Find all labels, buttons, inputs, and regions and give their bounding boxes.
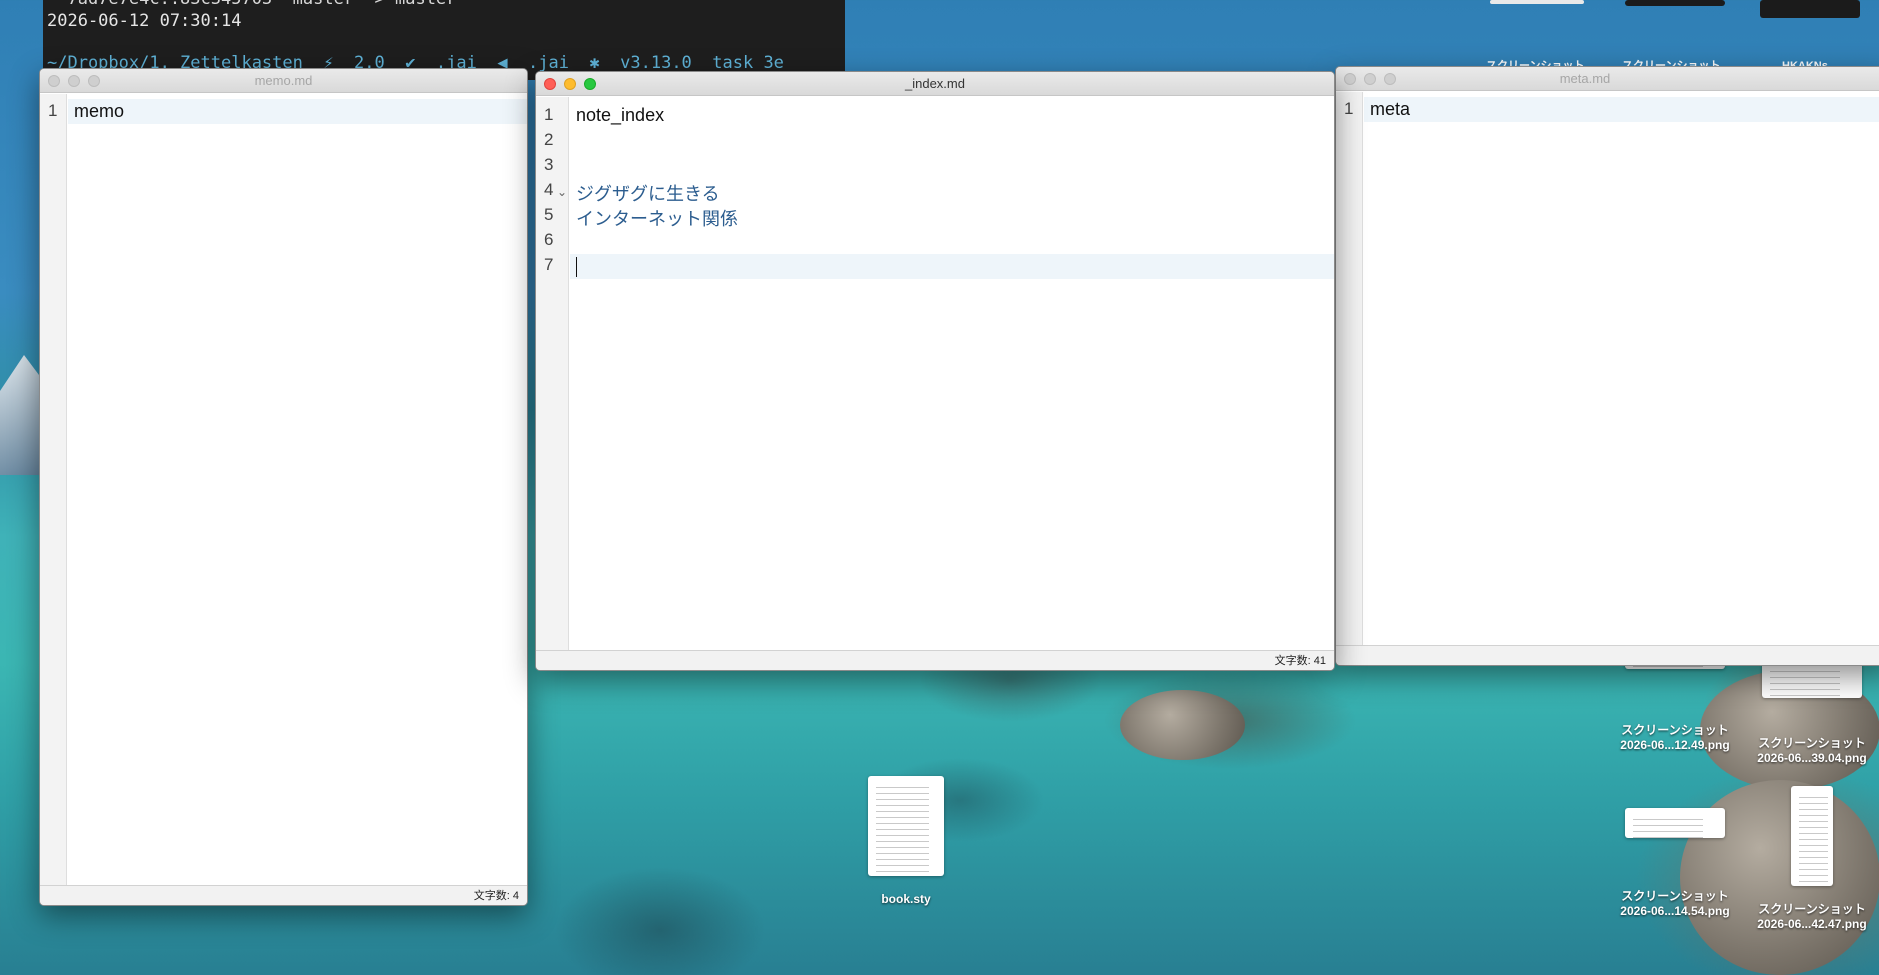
window-title: _index.md bbox=[905, 76, 965, 91]
desktop-icon-label: HKAKNs bbox=[1782, 60, 1828, 66]
close-button[interactable] bbox=[48, 75, 60, 87]
screenshot-thumbnail bbox=[1625, 808, 1725, 838]
desktop-icon-label: スクリーンショット bbox=[1758, 736, 1866, 750]
char-count: 文字数: 41 bbox=[1274, 655, 1326, 667]
minimize-button[interactable] bbox=[564, 78, 576, 90]
desktop-icon-label: 2026-06...39.04.png bbox=[1757, 751, 1867, 765]
line-number: 4 bbox=[544, 180, 554, 199]
editor-line[interactable]: memo bbox=[74, 101, 124, 122]
window-titlebar[interactable]: _index.md bbox=[536, 72, 1334, 96]
editor-window-index[interactable]: _index.md 1 2 3 4 5 6 7 ⌄ note_index ジグザ… bbox=[535, 71, 1335, 671]
line-number: 6 bbox=[544, 230, 554, 249]
minimize-button[interactable] bbox=[68, 75, 80, 87]
zoom-button[interactable] bbox=[584, 78, 596, 90]
terminal-line: 2026-06-12 07:30:14 bbox=[47, 11, 242, 31]
desktop-icon-screenshot[interactable]: スクリーンショット 2026-06...39.04.png bbox=[1745, 660, 1879, 766]
desktop-icon-screenshot[interactable]: スクリーンショット 2026-06...12.49.png bbox=[1600, 655, 1750, 753]
desktop-icon-label: スクリーンショット bbox=[1486, 60, 1585, 66]
desktop-icon-label: 2026-06...12.49.png bbox=[1620, 738, 1730, 752]
editor-window-meta[interactable]: meta.md 1 meta bbox=[1335, 66, 1879, 666]
document-thumbnail bbox=[868, 776, 944, 876]
window-titlebar[interactable]: memo.md bbox=[40, 69, 527, 93]
desktop-icon-label: 2026-06...14.54.png bbox=[1620, 904, 1730, 918]
zoom-button[interactable] bbox=[1384, 73, 1396, 85]
desktop-icon-screenshot[interactable]: スクリーンショット 2026-06...14.54.png bbox=[1600, 808, 1750, 919]
zoom-button[interactable] bbox=[88, 75, 100, 87]
current-line-highlight bbox=[1364, 97, 1879, 122]
window-titlebar[interactable]: meta.md bbox=[1336, 67, 1879, 91]
line-number: 3 bbox=[544, 155, 554, 174]
editor-line[interactable]: meta bbox=[1370, 99, 1410, 120]
current-line-highlight bbox=[570, 254, 1334, 279]
minimize-button[interactable] bbox=[1364, 73, 1376, 85]
editor-line-heading[interactable]: インターネット関係 bbox=[576, 205, 738, 231]
wallpaper-rock bbox=[1120, 690, 1245, 760]
desktop-icon-label: 2026-06...42.47.png bbox=[1757, 917, 1867, 931]
desktop-icon-label: スクリーンショット bbox=[1622, 60, 1721, 66]
screenshot-thumbnail bbox=[1791, 786, 1833, 886]
char-count: 文字数: 4 bbox=[473, 890, 519, 902]
status-bar bbox=[1336, 645, 1879, 665]
editor-line-heading[interactable]: ジグザグに生きる bbox=[576, 180, 720, 206]
window-title: meta.md bbox=[1559, 71, 1611, 86]
line-number-gutter bbox=[1336, 92, 1363, 645]
status-bar: 文字数: 41 bbox=[536, 650, 1334, 670]
text-cursor bbox=[576, 257, 577, 277]
current-line-highlight bbox=[68, 99, 527, 124]
line-number: 1 bbox=[544, 105, 554, 124]
line-number: 7 bbox=[544, 255, 554, 274]
line-number: 1 bbox=[48, 101, 58, 120]
desktop-icon-label: スクリーンショット bbox=[1621, 723, 1729, 737]
desktop-icon-book-sty[interactable]: book.sty bbox=[858, 776, 954, 907]
desktop-thumbnail[interactable] bbox=[1760, 0, 1860, 18]
desktop-icon-label: スクリーンショット bbox=[1758, 902, 1866, 916]
status-bar: 文字数: 4 bbox=[40, 885, 527, 905]
line-number: 1 bbox=[1344, 99, 1354, 118]
terminal-line: 7ad7e7e4c..83c345703 master -> master bbox=[47, 0, 845, 10]
close-button[interactable] bbox=[544, 78, 556, 90]
line-number-gutter bbox=[40, 94, 67, 885]
editor-window-memo[interactable]: memo.md 1 memo 文字数: 4 bbox=[39, 68, 528, 906]
desktop-icon-label: book.sty bbox=[881, 892, 931, 906]
desktop-icon-label: スクリーンショット bbox=[1621, 889, 1729, 903]
desktop-thumbnail[interactable] bbox=[1625, 0, 1725, 6]
line-number: 2 bbox=[544, 130, 554, 149]
editor-line[interactable]: note_index bbox=[576, 105, 664, 126]
line-number: 5 bbox=[544, 205, 554, 224]
desktop-thumbnail[interactable] bbox=[1490, 0, 1584, 4]
chevron-down-icon[interactable]: ⌄ bbox=[557, 185, 567, 199]
window-title: memo.md bbox=[254, 73, 313, 88]
close-button[interactable] bbox=[1344, 73, 1356, 85]
desktop-icon-screenshot[interactable]: スクリーンショット 2026-06...42.47.png bbox=[1745, 786, 1879, 932]
